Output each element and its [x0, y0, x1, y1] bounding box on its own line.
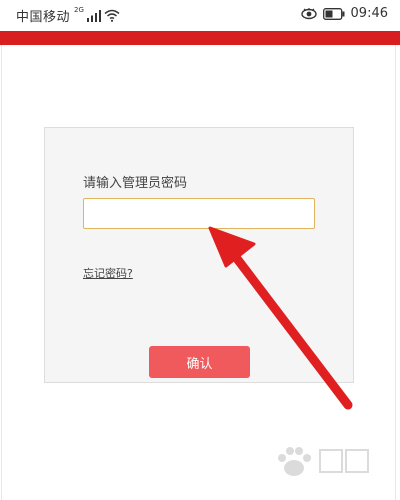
eye-icon	[300, 7, 317, 19]
clock: 09:46	[350, 6, 388, 21]
watermark-icon	[278, 447, 369, 476]
battery-icon	[322, 7, 345, 20]
right-border-line	[395, 45, 396, 500]
admin-password-card: 请输入管理员密码 忘记密码? 确认	[44, 127, 354, 383]
carrier-name: 中国移动	[16, 10, 71, 25]
status-left: 中国移动 2G	[16, 6, 120, 25]
password-prompt-label: 请输入管理员密码	[83, 176, 188, 191]
confirm-button[interactable]: 确认	[149, 346, 250, 378]
forgot-password-link[interactable]: 忘记密码?	[83, 265, 133, 281]
status-bar: 中国移动 2G 09:46	[0, 0, 400, 30]
left-border-line	[1, 45, 2, 500]
network-badge: 2G	[74, 5, 84, 14]
status-right: 09:46	[300, 6, 388, 21]
password-input[interactable]	[83, 198, 315, 229]
signal-icon	[86, 9, 101, 22]
top-red-bar	[0, 31, 400, 45]
wifi-icon	[104, 9, 120, 22]
